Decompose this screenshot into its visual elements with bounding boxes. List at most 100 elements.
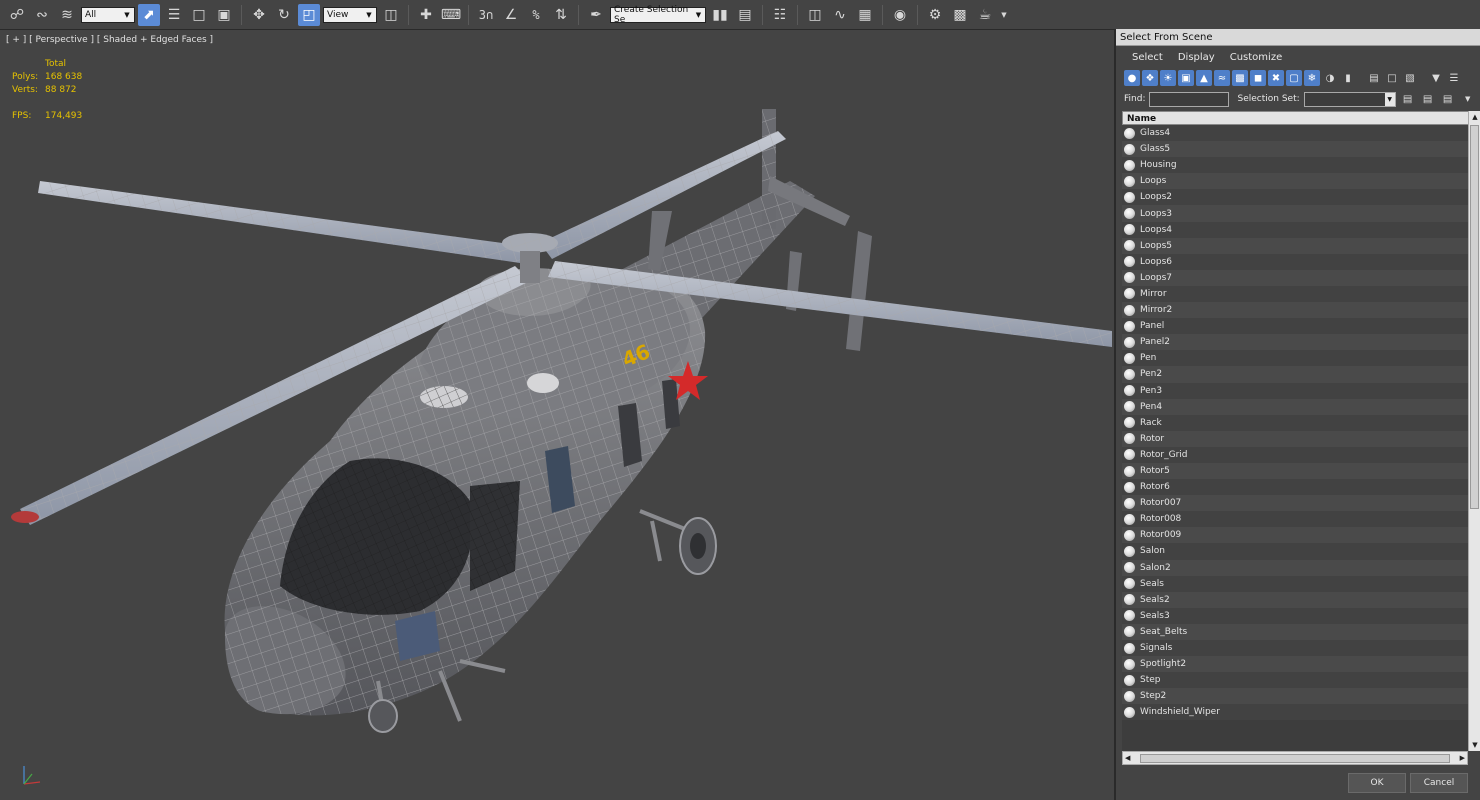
edit-named-selection-icon[interactable]: ✒ bbox=[585, 4, 607, 26]
list-item[interactable]: Loops3 bbox=[1122, 205, 1468, 222]
list-item[interactable]: Windshield_Wiper bbox=[1122, 704, 1468, 721]
all-filter-icon[interactable]: ▮ bbox=[1340, 70, 1356, 86]
containers-filter-icon[interactable]: ▢ bbox=[1286, 70, 1302, 86]
list-item[interactable]: Signals bbox=[1122, 640, 1468, 657]
selection-set-dropdown[interactable]: ▼ bbox=[1303, 91, 1396, 107]
link-icon[interactable]: ☍ bbox=[6, 4, 28, 26]
menu-select[interactable]: Select bbox=[1132, 52, 1163, 63]
list-item[interactable]: Salon2 bbox=[1122, 559, 1468, 576]
spacewarps-filter-icon[interactable]: ≈ bbox=[1214, 70, 1230, 86]
vertical-scrollbar[interactable]: ▲ ▼ bbox=[1468, 111, 1480, 751]
menu-display[interactable]: Display bbox=[1178, 52, 1215, 63]
save-selection-set-icon[interactable]: ▤ bbox=[1400, 91, 1416, 107]
list-item[interactable]: Seals2 bbox=[1122, 591, 1468, 608]
list-item[interactable]: Pen4 bbox=[1122, 398, 1468, 415]
select-manipulate-icon[interactable]: ✚ bbox=[415, 4, 437, 26]
list-item[interactable]: Loops6 bbox=[1122, 253, 1468, 270]
reference-coord-dropdown[interactable]: View ▼ bbox=[323, 6, 377, 23]
mirror-icon[interactable]: ▮▮ bbox=[709, 4, 731, 26]
select-none-icon[interactable]: □ bbox=[1384, 70, 1400, 86]
window-crossing-icon[interactable]: ▣ bbox=[213, 4, 235, 26]
rotate-icon[interactable]: ↻ bbox=[273, 4, 295, 26]
selection-filter-dropdown[interactable]: All ▼ bbox=[81, 6, 135, 23]
name-column-header[interactable]: Name bbox=[1122, 111, 1480, 125]
list-item[interactable]: Glass4 bbox=[1122, 125, 1468, 142]
cameras-filter-icon[interactable]: ▣ bbox=[1178, 70, 1194, 86]
horizontal-scrollbar-thumb[interactable] bbox=[1140, 753, 1450, 763]
scale-icon[interactable]: ◰ bbox=[298, 3, 320, 26]
select-object-icon[interactable]: ⬈ bbox=[138, 3, 160, 26]
list-item[interactable]: Housing bbox=[1122, 157, 1468, 174]
list-item[interactable]: Rotor_Grid bbox=[1122, 446, 1468, 463]
keyboard-shortcut-icon[interactable]: ⌨ bbox=[440, 4, 462, 26]
ok-button[interactable]: OK bbox=[1348, 773, 1406, 793]
list-item[interactable]: Rotor007 bbox=[1122, 495, 1468, 512]
list-item[interactable]: Spotlight2 bbox=[1122, 656, 1468, 673]
list-item[interactable]: Step2 bbox=[1122, 688, 1468, 705]
list-item[interactable]: Seals bbox=[1122, 575, 1468, 592]
list-item[interactable]: Loops7 bbox=[1122, 269, 1468, 286]
render-setup-icon[interactable]: ⚙ bbox=[924, 4, 946, 26]
viewport-label[interactable]: [ + ] [ Perspective ] [ Shaded + Edged F… bbox=[6, 35, 213, 45]
render-dropdown-icon[interactable]: ▼ bbox=[999, 4, 1009, 26]
select-invert-icon[interactable]: ▧ bbox=[1402, 70, 1418, 86]
add-selection-set-icon[interactable]: ▤ bbox=[1420, 91, 1436, 107]
list-item[interactable]: Panel bbox=[1122, 318, 1468, 335]
cancel-button[interactable]: Cancel bbox=[1410, 773, 1468, 793]
spinner-snap-icon[interactable]: ⇅ bbox=[550, 4, 572, 26]
use-pivot-icon[interactable]: ◫ bbox=[380, 4, 402, 26]
hierarchy-icon[interactable]: ☰ bbox=[1446, 70, 1462, 86]
list-item[interactable]: Seals3 bbox=[1122, 607, 1468, 624]
scroll-down-icon[interactable]: ▼ bbox=[1469, 739, 1480, 751]
list-item[interactable]: Seat_Belts bbox=[1122, 623, 1468, 640]
list-item[interactable]: Loops5 bbox=[1122, 237, 1468, 254]
rect-selection-icon[interactable]: □ bbox=[188, 4, 210, 26]
list-item[interactable]: Mirror2 bbox=[1122, 302, 1468, 319]
list-item[interactable]: Step bbox=[1122, 672, 1468, 689]
lights-filter-icon[interactable]: ☀ bbox=[1160, 70, 1176, 86]
select-by-name-icon[interactable]: ☰ bbox=[163, 4, 185, 26]
move-icon[interactable]: ✥ bbox=[248, 4, 270, 26]
list-item[interactable]: Loops2 bbox=[1122, 189, 1468, 206]
remove-selection-set-icon[interactable]: ▤ bbox=[1440, 91, 1456, 107]
helpers-filter-icon[interactable]: ▲ bbox=[1196, 70, 1212, 86]
select-all-icon[interactable]: ▤ bbox=[1366, 70, 1382, 86]
list-item[interactable]: Panel2 bbox=[1122, 334, 1468, 351]
snap-3d-icon[interactable]: 3∩ bbox=[475, 4, 497, 26]
scrollbar-thumb[interactable] bbox=[1470, 125, 1479, 509]
scroll-left-icon[interactable]: ◀ bbox=[1125, 754, 1130, 762]
shapes-filter-icon[interactable]: ❖ bbox=[1142, 70, 1158, 86]
list-item[interactable]: Rotor6 bbox=[1122, 479, 1468, 496]
align-icon[interactable]: ▤ bbox=[734, 4, 756, 26]
list-item[interactable]: Rotor5 bbox=[1122, 462, 1468, 480]
options-dropdown-icon[interactable]: ▼ bbox=[1460, 91, 1476, 107]
unlink-icon[interactable]: ∾ bbox=[31, 4, 53, 26]
groups-filter-icon[interactable]: ▩ bbox=[1232, 70, 1248, 86]
list-item[interactable]: Rotor bbox=[1122, 430, 1468, 447]
list-item[interactable]: Rotor009 bbox=[1122, 527, 1468, 544]
frozen-filter-icon[interactable]: ❄ bbox=[1304, 70, 1320, 86]
xrefs-filter-icon[interactable]: ◼ bbox=[1250, 70, 1266, 86]
rendered-frame-icon[interactable]: ▩ bbox=[949, 4, 971, 26]
graphite-icon[interactable]: ◫ bbox=[804, 4, 826, 26]
list-item[interactable]: Rack bbox=[1122, 414, 1468, 431]
find-input[interactable] bbox=[1149, 91, 1230, 107]
scroll-right-icon[interactable]: ▶ bbox=[1460, 754, 1465, 762]
named-selection-dropdown[interactable]: Create Selection Se ▼ bbox=[610, 5, 706, 25]
list-item[interactable]: Loops4 bbox=[1122, 221, 1468, 238]
hidden-filter-icon[interactable]: ◑ bbox=[1322, 70, 1338, 86]
list-item[interactable]: Rotor008 bbox=[1122, 511, 1468, 528]
geometry-filter-icon[interactable]: ● bbox=[1124, 70, 1140, 86]
bind-spacewarp-icon[interactable]: ≋ bbox=[56, 4, 78, 26]
bones-filter-icon[interactable]: ✖ bbox=[1268, 70, 1284, 86]
render-icon[interactable]: ☕ bbox=[974, 4, 996, 26]
curve-editor-icon[interactable]: ∿ bbox=[829, 4, 851, 26]
list-item[interactable]: Pen2 bbox=[1122, 366, 1468, 383]
list-item[interactable]: Mirror bbox=[1122, 285, 1468, 303]
scroll-up-icon[interactable]: ▲ bbox=[1469, 111, 1480, 123]
list-item[interactable]: Salon bbox=[1122, 543, 1468, 560]
list-item[interactable]: Glass5 bbox=[1122, 141, 1468, 158]
perspective-viewport[interactable]: 46 [ + ] [ Perspective ] [ Shaded + Edge… bbox=[0, 31, 1112, 800]
filter-funnel-icon[interactable]: ▼ bbox=[1428, 70, 1444, 86]
layer-icon[interactable]: ☷ bbox=[769, 4, 791, 26]
